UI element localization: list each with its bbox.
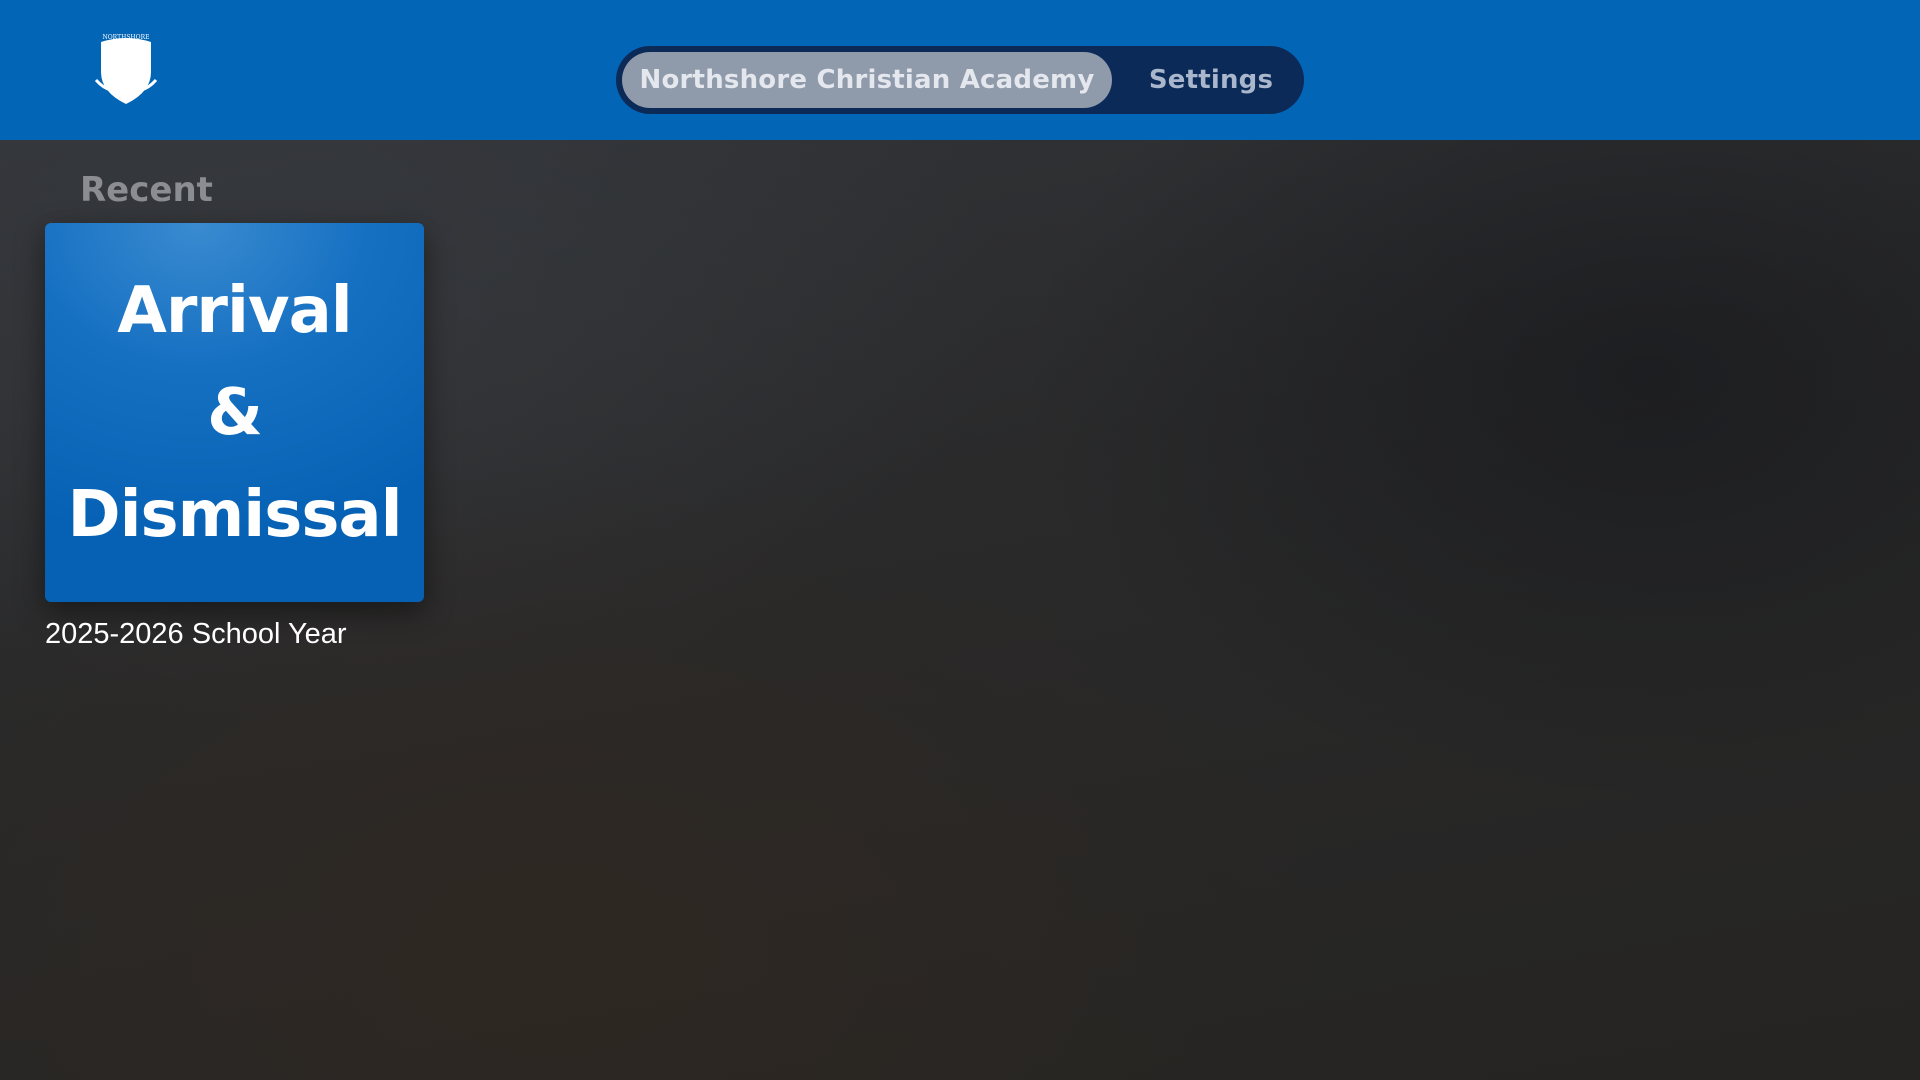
tile-title-line-3: Dismissal bbox=[67, 477, 402, 552]
shield-icon: NORTHSHORE bbox=[94, 34, 158, 104]
logo-wordmark: NORTHSHORE bbox=[103, 34, 150, 41]
top-navigation-bar: NORTHSHORE Northshore Christian Academy … bbox=[0, 0, 1920, 140]
tile-title-line-1: Arrival bbox=[117, 273, 352, 348]
tile-title-line-2: & bbox=[207, 375, 263, 450]
arrival-dismissal-tile[interactable]: Arrival & Dismissal bbox=[45, 223, 424, 602]
school-logo: NORTHSHORE bbox=[93, 32, 159, 108]
section-switcher: Northshore Christian Academy Settings bbox=[616, 46, 1304, 114]
recent-section-title: Recent bbox=[80, 170, 213, 210]
tile-caption: 2025-2026 School Year bbox=[45, 618, 347, 650]
tab-northshore-christian-academy[interactable]: Northshore Christian Academy bbox=[622, 52, 1112, 108]
tab-settings[interactable]: Settings bbox=[1128, 52, 1294, 108]
